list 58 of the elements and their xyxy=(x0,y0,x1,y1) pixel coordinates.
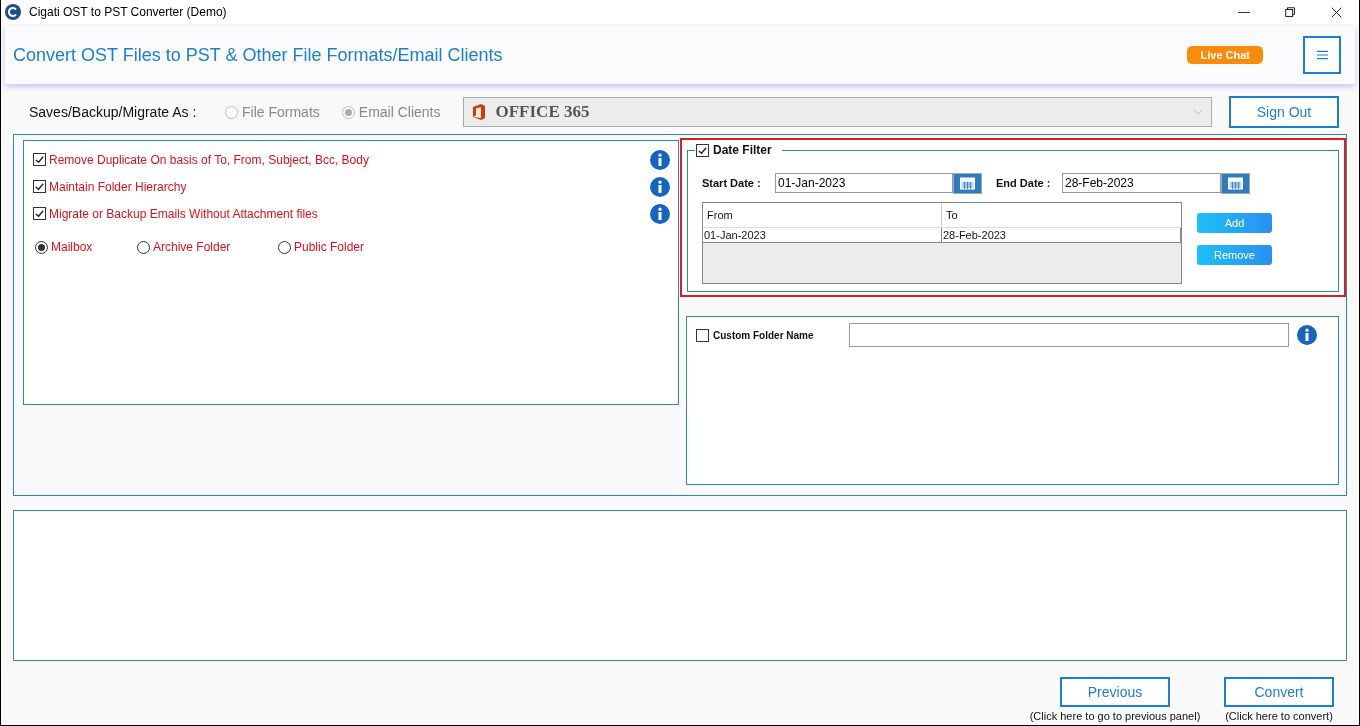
radio-label: Public Folder xyxy=(294,239,365,256)
option-label: Remove Duplicate On basis of To, From, Subject, Bcc, Body xyxy=(49,151,369,169)
live-chat-button[interactable]: Live Chat xyxy=(1187,46,1263,64)
end-date-field[interactable]: 28-Feb-2023 xyxy=(1062,173,1221,193)
radio-label: Archive Folder xyxy=(153,239,231,256)
radio-label: Mailbox xyxy=(51,239,93,256)
date-filter-label: Date Filter xyxy=(713,142,772,159)
option-label: Migrate or Backup Emails Without Attachment files xyxy=(49,205,318,223)
menu-button[interactable] xyxy=(1303,36,1341,74)
save-as-label: Saves/Backup/Migrate As : xyxy=(29,102,198,122)
start-date-field[interactable]: 01-Jan-2023 xyxy=(775,173,953,193)
dropdown-value: OFFICE 365 xyxy=(495,101,590,124)
target-dropdown[interactable]: OFFICE 365 xyxy=(462,97,1212,127)
radio-button[interactable] xyxy=(341,105,355,119)
checkbox[interactable] xyxy=(33,180,46,193)
radio-label: File Formats xyxy=(242,102,320,122)
menu-icon xyxy=(1316,50,1328,60)
start-date-label: Start Date : xyxy=(702,175,762,191)
footer-button[interactable]: Previous xyxy=(1060,677,1170,707)
checkbox[interactable] xyxy=(696,328,709,342)
checkbox[interactable] xyxy=(33,207,46,220)
header-title: Convert OST Files to PST & Other File Formats/Email Clients xyxy=(13,43,503,67)
window-title: Cigati OST to PST Converter (Demo) xyxy=(29,4,227,21)
custom-folder-label: Custom Folder Name xyxy=(713,328,815,343)
radio-button[interactable] xyxy=(225,105,238,119)
column-header: To xyxy=(945,207,959,223)
radio-button[interactable] xyxy=(137,240,150,254)
column-header: From xyxy=(703,203,942,227)
office-logo-icon xyxy=(471,104,486,120)
calendar-icon xyxy=(1227,176,1244,190)
date-range-button[interactable]: Add xyxy=(1197,213,1272,233)
radio-label: Email Clients xyxy=(358,102,441,122)
table-cell: 01-Jan-2023 xyxy=(703,228,942,242)
checkbox[interactable] xyxy=(33,153,46,166)
footer-button[interactable]: Convert xyxy=(1224,677,1334,707)
checkbox[interactable] xyxy=(696,143,709,157)
date-range-button[interactable]: Remove xyxy=(1197,245,1272,265)
calendar-button[interactable] xyxy=(1221,172,1250,194)
option-label: Maintain Folder Hierarchy xyxy=(49,178,187,196)
custom-folder-field[interactable] xyxy=(848,323,1289,347)
minimize-icon xyxy=(1238,11,1250,13)
radio-button[interactable] xyxy=(35,240,48,254)
app-logo-icon xyxy=(5,4,21,20)
caret-icon xyxy=(1192,109,1203,115)
info-icon[interactable] xyxy=(650,176,670,197)
radio-button[interactable] xyxy=(278,240,291,254)
restore-icon xyxy=(1283,5,1297,19)
info-icon[interactable] xyxy=(650,203,670,224)
close-icon xyxy=(1329,5,1343,19)
info-icon[interactable] xyxy=(650,149,670,170)
sign-out-button[interactable]: Sign Out xyxy=(1229,96,1339,128)
calendar-button[interactable] xyxy=(953,172,982,194)
end-date-label: End Date : xyxy=(996,175,1052,191)
table-cell: 28-Feb-2023 xyxy=(942,228,1181,242)
calendar-icon xyxy=(959,176,976,190)
button-caption: (Click here to convert) xyxy=(1225,709,1333,724)
button-caption: (Click here to go to previous panel) xyxy=(1029,709,1201,724)
info-icon[interactable] xyxy=(1297,325,1317,345)
